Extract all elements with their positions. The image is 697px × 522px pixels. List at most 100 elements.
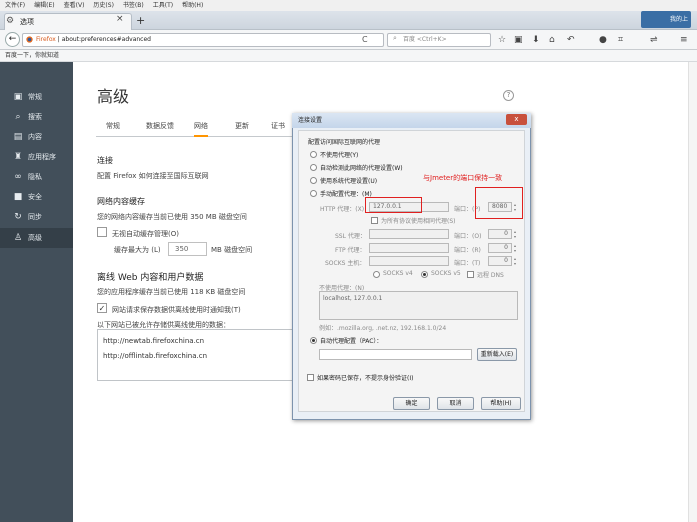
cache-unit: MB 磁盘空间: [211, 246, 253, 254]
http-proxy-label: HTTP 代理：(X): [320, 206, 365, 213]
extension-icon[interactable]: ⇌: [650, 33, 658, 47]
sidebar-item-content[interactable]: ▤ 内容: [0, 127, 73, 147]
socks-port-spinner[interactable]: ▴ ▾: [512, 256, 518, 266]
list-item[interactable]: http://newtab.firefoxchina.cn: [103, 337, 204, 345]
reload-pac-button[interactable]: 重新载入(E): [477, 348, 517, 361]
socks-v5-label: SOCKS v5: [431, 270, 461, 277]
ssl-port-input[interactable]: 0: [488, 229, 512, 239]
applications-icon: ♜: [13, 152, 23, 162]
screenshot-icon[interactable]: ⌗: [618, 33, 623, 47]
download-icon[interactable]: ⬇: [532, 33, 540, 47]
sidebar-item-label: 搜索: [28, 113, 42, 121]
lock-icon: ■: [13, 192, 23, 202]
tab-close-button[interactable]: ×: [116, 14, 124, 24]
cache-limit-input[interactable]: 350: [168, 242, 207, 256]
sidebar-item-sync[interactable]: ↻ 同步: [0, 207, 73, 227]
offline-notify-checkbox[interactable]: ✓: [97, 303, 107, 313]
reload-icon[interactable]: C: [362, 33, 368, 47]
sidebar-item-label: 常规: [28, 93, 42, 101]
radio-socks-v4[interactable]: [373, 271, 380, 278]
tab-data-choices[interactable]: 数据反馈: [146, 117, 174, 137]
firefox-logo-icon: [26, 34, 33, 46]
menu-edit[interactable]: 编辑(E): [34, 0, 54, 11]
ssl-port-label: 端口：(O): [454, 233, 482, 240]
content-icon: ▤: [13, 132, 23, 142]
radio-system-proxy[interactable]: [310, 177, 317, 184]
socks-port-input[interactable]: 0: [488, 256, 512, 266]
offline-site-list[interactable]: http://newtab.firefoxchina.cn http://off…: [97, 329, 297, 381]
socks-host-input[interactable]: [369, 256, 449, 266]
no-proxy-example: 例如：.mozilla.org, .net.nz, 192.168.1.0/24: [319, 325, 447, 332]
sidebar-item-general[interactable]: ▣ 常规: [0, 87, 73, 107]
tab-general[interactable]: 常规: [106, 117, 120, 137]
page-title: 高级: [97, 87, 130, 106]
help-icon[interactable]: ?: [503, 90, 514, 101]
help-button[interactable]: 帮助(H): [481, 397, 521, 410]
sidebar-item-security[interactable]: ■ 安全: [0, 187, 73, 207]
ftp-proxy-input[interactable]: [369, 243, 449, 253]
menu-bookmarks[interactable]: 书签(B): [123, 0, 144, 11]
radio-auto-detect[interactable]: [310, 164, 317, 171]
tab-network[interactable]: 网络: [194, 117, 208, 137]
sidebar-item-label: 隐私: [28, 173, 42, 181]
star-icon[interactable]: ☆: [498, 33, 506, 47]
radio-auto-detect-label: 自动检测此网络的代理设置(W): [320, 165, 403, 172]
menu-tools[interactable]: 工具(T): [153, 0, 173, 11]
ftp-port-input[interactable]: 0: [488, 243, 512, 253]
menu-icon[interactable]: ≡: [680, 33, 688, 47]
search-input[interactable]: 百度 <Ctrl+K>: [387, 33, 491, 47]
chat-icon[interactable]: ●: [599, 33, 607, 47]
new-tab-button[interactable]: +: [136, 14, 145, 27]
dialog-close-button[interactable]: x: [506, 114, 527, 125]
bookmark-baidu[interactable]: 百度一下，你就知道: [5, 52, 59, 59]
list-item[interactable]: http://offlintab.firefoxchina.cn: [103, 352, 207, 360]
cancel-button[interactable]: 取消: [437, 397, 474, 410]
back-button[interactable]: ←: [5, 32, 20, 47]
pac-url-input[interactable]: [319, 349, 472, 360]
gear-icon: ⚙: [6, 16, 15, 26]
radio-manual-proxy[interactable]: [310, 190, 317, 197]
connection-title: 连接: [97, 156, 113, 165]
ssl-port-spinner[interactable]: ▴ ▾: [512, 229, 518, 239]
menu-view[interactable]: 查看(V): [64, 0, 85, 11]
ok-button[interactable]: 确定: [393, 397, 430, 410]
menu-help[interactable]: 帮助(H): [182, 0, 203, 11]
search-icon: ⌕: [15, 112, 21, 122]
menu-file[interactable]: 文件(F): [5, 0, 25, 11]
sidebar-item-advanced[interactable]: ♙ 高级: [0, 228, 73, 248]
tab-options[interactable]: 选项: [4, 13, 132, 30]
no-prompt-checkbox[interactable]: [307, 374, 314, 381]
radio-pac[interactable]: [310, 337, 317, 344]
sidebar: ▣ 常规 ⌕ 搜索 ▤ 内容 ♜ 应用程序 ∞ 隐私 ■ 安全 ↻ 同步 ♙ 高级: [0, 62, 73, 522]
socks-port-label: 端口：(T): [454, 260, 481, 267]
ftp-port-spinner[interactable]: ▴ ▾: [512, 243, 518, 253]
ssl-proxy-input[interactable]: [369, 229, 449, 239]
home-icon[interactable]: ⌂: [549, 33, 555, 47]
dialog-title: 连接设置: [292, 113, 531, 128]
radio-no-proxy[interactable]: [310, 151, 317, 158]
sync-icon: ↻: [14, 212, 22, 222]
cache-override-checkbox[interactable]: [97, 227, 107, 237]
account-button[interactable]: 我的上: [641, 11, 691, 28]
cache-override-label: 无视自动缓存管理(O): [112, 230, 179, 238]
sidebar-item-label: 内容: [28, 133, 42, 141]
tab-certificates[interactable]: 证书: [271, 117, 285, 137]
sidebar-item-privacy[interactable]: ∞ 隐私: [0, 167, 73, 187]
tab-update[interactable]: 更新: [235, 117, 249, 137]
sidebar-item-search[interactable]: ⌕ 搜索: [0, 107, 73, 127]
menu-history[interactable]: 历史(S): [93, 0, 114, 11]
sidebar-item-applications[interactable]: ♜ 应用程序: [0, 147, 73, 167]
same-proxy-checkbox[interactable]: [371, 217, 378, 224]
cache-title: 网络内容缓存: [97, 197, 145, 206]
no-proxy-textarea[interactable]: localhost, 127.0.0.1: [319, 291, 518, 320]
sidebar-item-label: 同步: [28, 213, 42, 221]
offline-title: 离线 Web 内容和用户数据: [97, 273, 204, 283]
radio-socks-v5[interactable]: [421, 271, 428, 278]
menu-bar: 文件(F) 编辑(E) 查看(V) 历史(S) 书签(B) 工具(T) 帮助(H…: [0, 0, 697, 11]
undo-icon[interactable]: ↶: [567, 33, 575, 47]
reading-list-icon[interactable]: ▣: [514, 33, 523, 47]
url-bar[interactable]: Firefox | about:preferences#advanced: [22, 33, 384, 47]
remote-dns-checkbox[interactable]: [467, 271, 474, 278]
cache-desc: 您的网络内容缓存当前已使用 350 MB 磁盘空间: [97, 213, 247, 221]
page-scroll-edge: [688, 62, 697, 522]
